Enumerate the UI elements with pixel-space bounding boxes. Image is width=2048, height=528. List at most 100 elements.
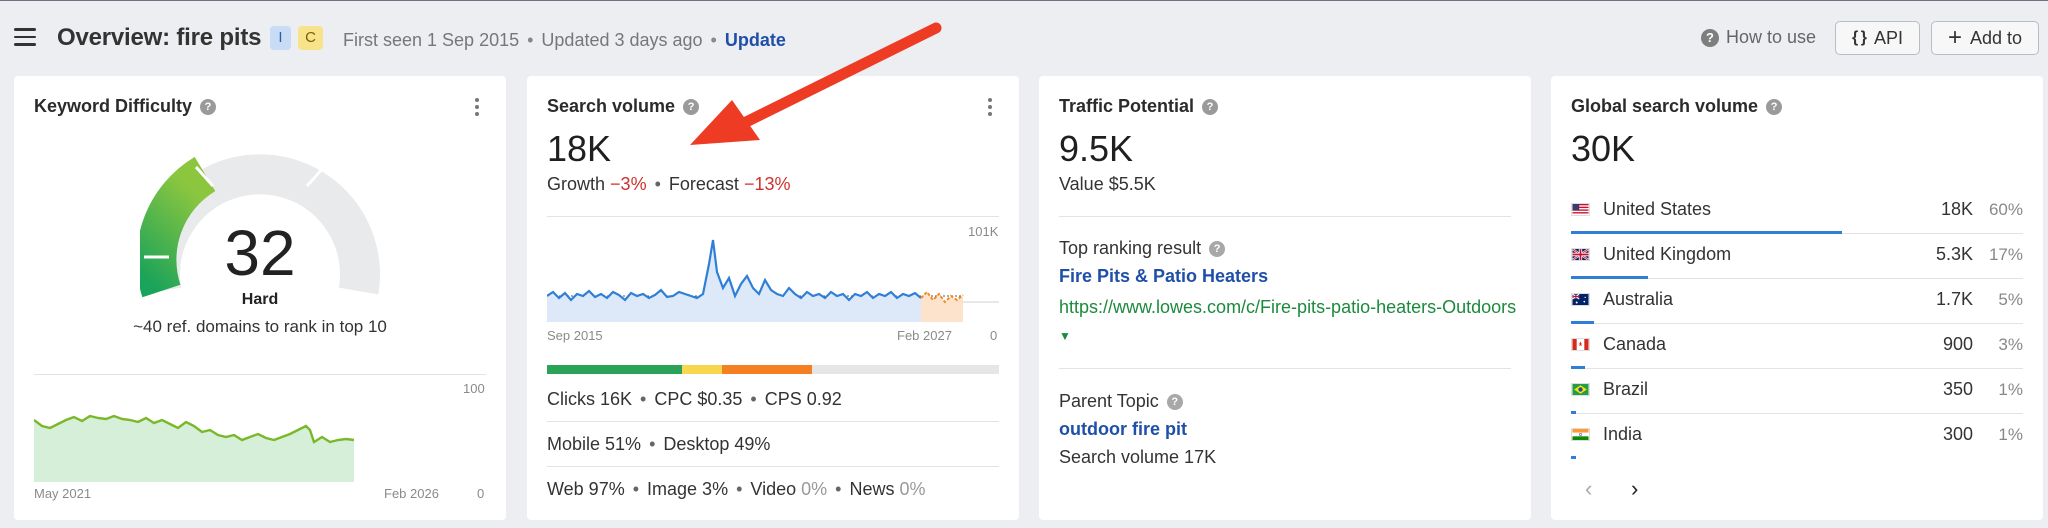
country-name: Australia xyxy=(1603,289,1674,309)
updated-text: Updated 3 days ago xyxy=(541,30,703,50)
first-seen-text: First seen 1 Sep 2015 xyxy=(343,30,520,50)
kd-chart-max: 100 xyxy=(463,381,485,396)
organic-clicks-segment xyxy=(547,365,682,374)
divider xyxy=(547,216,999,217)
country-row[interactable]: United States 18K 60% xyxy=(1571,190,2023,234)
card-title: Search volume ? xyxy=(547,96,700,117)
top-ranking-title-link[interactable]: Fire Pits & Patio Heaters xyxy=(1059,266,1268,287)
kd-title-text: Keyword Difficulty xyxy=(34,96,193,116)
country-name: Canada xyxy=(1603,334,1667,354)
video-label: Video xyxy=(750,479,797,499)
add-to-label: Add to xyxy=(1969,27,2023,48)
caret-down-icon[interactable]: ▼ xyxy=(1059,329,1071,343)
kd-level: Hard xyxy=(241,291,279,308)
paid-clicks-segment xyxy=(682,365,722,374)
country-name: Brazil xyxy=(1603,379,1649,399)
growth-label: Growth xyxy=(547,174,606,194)
country-row[interactable]: Brazil 350 1% xyxy=(1571,370,2023,414)
hamburger-menu-icon[interactable] xyxy=(14,28,36,46)
kd-chart-min: 0 xyxy=(477,486,485,501)
keyword-difficulty-card: Keyword Difficulty ? 32 Hard ~40 ref. do… xyxy=(14,76,506,520)
help-icon[interactable]: ? xyxy=(200,98,217,115)
no-clicks-segment xyxy=(722,365,812,374)
country-volume: 300 xyxy=(1942,424,1973,444)
country-volume: 900 xyxy=(1942,334,1973,354)
country-row[interactable]: United Kingdom 5.3K 17% xyxy=(1571,235,2023,279)
gv-title-text: Global search volume xyxy=(1571,96,1759,116)
global-search-volume-card: Global search volume ? 30K United States… xyxy=(1551,76,2043,520)
country-share-bar xyxy=(1571,276,1648,279)
country-row[interactable]: Canada 900 3% xyxy=(1571,325,2023,369)
country-row[interactable]: India 300 1% xyxy=(1571,415,2023,459)
add-to-button[interactable]: + Add to xyxy=(1931,21,2039,55)
growth-value: −3% xyxy=(610,174,647,194)
update-link[interactable]: Update xyxy=(725,30,786,50)
api-button[interactable]: { } API xyxy=(1835,21,1920,55)
device-stats-row: Mobile 51% • Desktop 49% xyxy=(547,434,771,454)
search-volume-card: Search volume ? 18K Growth −3% • Forecast … xyxy=(527,76,1019,520)
traffic-potential-card: Traffic Potential ? 9.5K Value $5.5K Top… xyxy=(1039,76,1531,520)
page-header: Overview: fire pits I C First seen 1 Sep… xyxy=(0,0,2048,76)
divider xyxy=(1059,216,1511,217)
keyword-meta: First seen 1 Sep 2015 • Updated 3 days ago… xyxy=(343,30,786,50)
parent-topic-link[interactable]: outdoor fire pit xyxy=(1059,419,1187,440)
api-label: API xyxy=(1873,27,1903,48)
help-icon[interactable]: ? xyxy=(683,98,700,115)
web-stat: Web 97% xyxy=(547,479,625,499)
country-share: 1% xyxy=(1998,380,2023,399)
sv-chart-max: 101K xyxy=(968,224,999,239)
traffic-value-line: Value $5.5K xyxy=(1059,174,1156,194)
more-options-icon[interactable] xyxy=(987,98,993,118)
india-flag-icon xyxy=(1571,428,1590,441)
card-title: Keyword Difficulty ? xyxy=(34,96,217,117)
search-volume-chart xyxy=(547,239,999,322)
kd-score: 32 xyxy=(224,217,296,289)
row-divider xyxy=(1571,368,2023,369)
us-flag-icon xyxy=(1571,203,1590,216)
remaining-segment xyxy=(812,365,999,374)
top-ranking-url-link[interactable]: https://www.lowes.com/c/Fire-pits-patio-… xyxy=(1059,294,1519,350)
forecast-label: Forecast xyxy=(668,174,739,194)
intent-badge-commercial[interactable]: C xyxy=(298,26,323,50)
video-value: 0% xyxy=(801,479,828,499)
country-volume: 18K xyxy=(1940,199,1973,219)
question-icon: ? xyxy=(1701,28,1719,47)
country-share: 3% xyxy=(1998,335,2023,354)
parent-topic-label: Parent Topic xyxy=(1059,391,1159,411)
code-braces-icon: { } xyxy=(1852,29,1867,46)
divider xyxy=(547,421,999,422)
desktop-stat: Desktop 49% xyxy=(663,434,771,454)
help-icon[interactable]: ? xyxy=(1202,98,1219,115)
canada-flag-icon xyxy=(1571,338,1590,351)
divider xyxy=(34,374,486,375)
tp-title-text: Traffic Potential xyxy=(1059,96,1195,116)
top-ranking-label: Top ranking result xyxy=(1059,238,1202,258)
mobile-stat: Mobile 51% xyxy=(547,434,642,454)
sv-chart-end: Feb 2027 xyxy=(897,328,952,343)
more-options-icon[interactable] xyxy=(474,98,480,118)
country-volume: 1.7K xyxy=(1935,289,1973,309)
how-to-use-link[interactable]: ? How to use xyxy=(1701,27,1816,48)
how-to-use-label: How to use xyxy=(1726,27,1817,47)
global-volume-value: 30K xyxy=(1571,128,1636,169)
country-volume: 350 xyxy=(1942,379,1973,399)
kd-chart-start: May 2021 xyxy=(34,486,92,501)
serp-type-stats-row: Web 97% • Image 3% • Video 0% • News 0% xyxy=(547,479,926,499)
country-row[interactable]: Australia 1.7K 5% xyxy=(1571,280,2023,324)
intent-badge-informational[interactable]: I xyxy=(270,26,291,50)
search-volume-value: 18K xyxy=(547,128,612,169)
chevron-left-icon[interactable]: ‹ xyxy=(1585,476,1592,502)
divider xyxy=(1059,368,1511,369)
page-title: Overview: fire pits xyxy=(57,24,262,51)
country-share: 1% xyxy=(1998,425,2023,444)
australia-flag-icon xyxy=(1571,293,1590,306)
help-icon[interactable]: ? xyxy=(1209,240,1226,257)
growth-forecast-line: Growth −3% • Forecast −13% xyxy=(547,174,791,194)
card-title: Global search volume ? xyxy=(1571,96,1783,117)
help-icon[interactable]: ? xyxy=(1766,98,1783,115)
chevron-right-icon[interactable]: › xyxy=(1631,476,1638,502)
country-share: 5% xyxy=(1998,290,2023,309)
row-divider xyxy=(1571,413,2023,414)
country-share-bar xyxy=(1571,456,1576,459)
help-icon[interactable]: ? xyxy=(1166,393,1183,410)
